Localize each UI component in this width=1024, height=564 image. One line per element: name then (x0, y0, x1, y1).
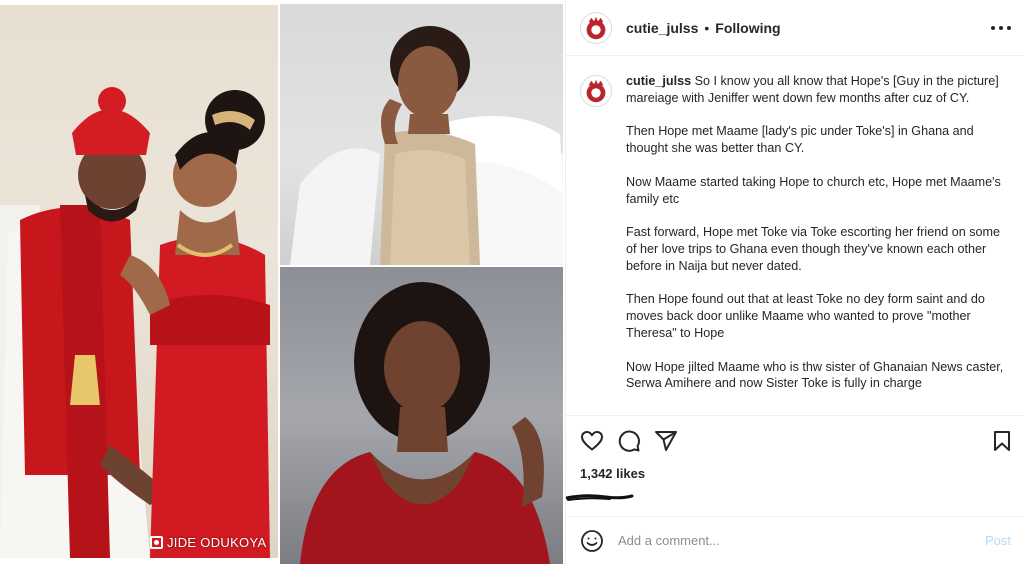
comment-input[interactable] (618, 530, 985, 551)
post-caption: cutie_julss So I know you all know that … (626, 73, 1008, 409)
watermark-text: JIDE ODUKOYA (167, 535, 267, 550)
caption-paragraph: Now Hope jilted Maame who is thw sister … (626, 359, 1004, 391)
bookmark-icon[interactable] (990, 429, 1014, 453)
photo-feathers (280, 4, 563, 265)
caption-username[interactable]: cutie_julss (626, 74, 691, 88)
caption-paragraph: cutie_julss So I know you all know that … (626, 73, 1008, 107)
caption-avatar[interactable] (580, 75, 612, 107)
caption-paragraph: Now Maame started taking Hope to church … (626, 174, 1001, 206)
couple-illustration (0, 87, 270, 558)
username[interactable]: cutie_julss (626, 20, 698, 36)
photo-watermark: JIDE ODUKOYA (150, 535, 266, 550)
comment-bar: Post (566, 516, 1024, 564)
caption-paragraph: Then Hope met Maame [lady's pic under To… (626, 124, 974, 156)
avatar-image (581, 76, 611, 106)
send-icon[interactable] (654, 429, 678, 453)
following-button[interactable]: Following (715, 20, 780, 36)
action-bar: 1,342 likes (566, 415, 1024, 515)
redaction-scribble (566, 494, 634, 501)
post-header: cutie_julss • Following (566, 0, 1024, 56)
caption-section: cutie_julss So I know you all know that … (566, 57, 1024, 415)
red-dress-illustration (300, 282, 550, 564)
heart-icon[interactable] (580, 429, 604, 453)
post-side-panel: cutie_julss • Following cutie_julss So I… (565, 0, 1024, 564)
post-button[interactable]: Post (985, 533, 1011, 548)
avatar-image (581, 12, 611, 43)
avatar[interactable] (580, 11, 612, 44)
post-media[interactable]: JIDE ODUKOYA (0, 0, 565, 564)
instagram-icon (150, 536, 163, 549)
photo-red-dress (280, 267, 563, 564)
feathers-illustration (290, 26, 563, 265)
caption-paragraph: Then Hope found out that at least Toke n… (626, 292, 985, 340)
caption-paragraph: Fast forward, Hope met Toke via Toke esc… (626, 225, 1001, 273)
emoji-icon[interactable] (580, 529, 604, 553)
more-icon[interactable] (991, 18, 1011, 38)
separator-dot: • (704, 19, 710, 36)
likes-count[interactable]: 1,342 likes (580, 466, 645, 481)
photo-couple: JIDE ODUKOYA (0, 5, 278, 558)
comment-icon[interactable] (617, 429, 641, 453)
